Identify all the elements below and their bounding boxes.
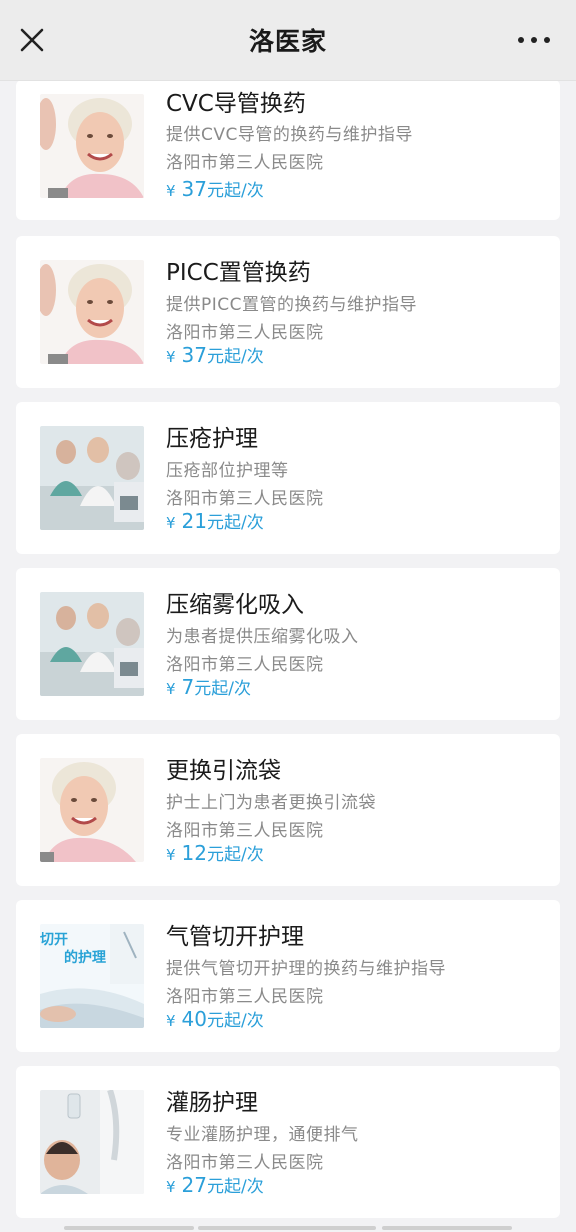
service-description: 提供CVC导管的换药与维护指导: [166, 125, 413, 145]
price-unit: 元起/次: [207, 347, 264, 367]
tracheotomy-care-banner: 切开 的护理: [40, 924, 144, 1028]
price-unit: 元起/次: [207, 513, 264, 533]
price-amount: 27: [181, 1173, 207, 1197]
service-title: CVC导管换药: [166, 91, 306, 117]
more-options-icon[interactable]: [516, 28, 552, 52]
price-amount: 37: [181, 343, 207, 367]
service-hospital: 洛阳市第三人民医院: [166, 655, 324, 675]
service-description: 提供气管切开护理的换药与维护指导: [166, 959, 446, 979]
service-hospital: 洛阳市第三人民医院: [166, 987, 324, 1007]
service-card-enema[interactable]: 灌肠护理 专业灌肠护理，通便排气 洛阳市第三人民医院 ¥27元起/次: [16, 1066, 560, 1218]
service-description: 提供PICC置管的换药与维护指导: [166, 295, 418, 315]
medical-staff-photo: [40, 592, 144, 696]
service-title: 压疮护理: [166, 426, 258, 452]
price-amount: 12: [181, 841, 207, 865]
page-title: 洛医家: [248, 27, 327, 56]
service-hospital: 洛阳市第三人民医院: [166, 1153, 324, 1173]
service-description: 专业灌肠护理，通便排气: [166, 1125, 359, 1145]
elderly-woman-photo: [40, 94, 144, 198]
scroll-indicator: [64, 1226, 194, 1230]
price-unit: 元起/次: [207, 181, 264, 201]
service-price: ¥12元起/次: [166, 840, 264, 865]
service-title: 压缩雾化吸入: [166, 592, 304, 618]
currency-symbol: ¥: [166, 846, 176, 864]
service-price: ¥37元起/次: [166, 342, 264, 367]
service-card-nebulization[interactable]: 压缩雾化吸入 为患者提供压缩雾化吸入 洛阳市第三人民医院 ¥7元起/次: [16, 568, 560, 720]
price-unit: 元起/次: [207, 845, 264, 865]
service-price: ¥37元起/次: [166, 176, 264, 201]
patient-iv-photo: [40, 1090, 144, 1194]
service-card-pressure-sore[interactable]: 压疮护理 压疮部位护理等 洛阳市第三人民医院 ¥21元起/次: [16, 402, 560, 554]
service-card-drainage-bag[interactable]: 更换引流袋 护士上门为患者更换引流袋 洛阳市第三人民医院 ¥12元起/次: [16, 734, 560, 886]
price-unit: 元起/次: [207, 1011, 264, 1031]
currency-symbol: ¥: [166, 182, 176, 200]
service-card-picc[interactable]: PICC置管换药 提供PICC置管的换药与维护指导 洛阳市第三人民医院 ¥37元…: [16, 236, 560, 388]
service-description: 护士上门为患者更换引流袋: [166, 793, 376, 813]
service-title: 气管切开护理: [166, 924, 304, 950]
currency-symbol: ¥: [166, 1178, 176, 1196]
service-description: 为患者提供压缩雾化吸入: [166, 627, 359, 647]
medical-staff-photo: [40, 426, 144, 530]
price-amount: 40: [181, 1007, 207, 1031]
elderly-woman-photo: [40, 758, 144, 862]
price-amount: 21: [181, 509, 207, 533]
service-price: ¥40元起/次: [166, 1006, 264, 1031]
banner-text-1: 切开: [40, 932, 68, 948]
currency-symbol: ¥: [166, 348, 176, 366]
service-card-tracheotomy[interactable]: 切开 的护理 气管切开护理 提供气管切开护理的换药与维护指导 洛阳市第三人民医院…: [16, 900, 560, 1052]
currency-symbol: ¥: [166, 514, 176, 532]
service-price: ¥7元起/次: [166, 674, 251, 699]
currency-symbol: ¥: [166, 1012, 176, 1030]
service-price: ¥27元起/次: [166, 1172, 264, 1197]
service-card-cvc[interactable]: CVC导管换药 提供CVC导管的换药与维护指导 洛阳市第三人民医院 ¥37元起/…: [16, 80, 560, 220]
price-unit: 元起/次: [207, 1177, 264, 1197]
price-unit: 元起/次: [194, 679, 252, 699]
service-description: 压疮部位护理等: [166, 461, 289, 481]
service-price: ¥21元起/次: [166, 508, 264, 533]
price-amount: 7: [181, 675, 195, 699]
service-hospital: 洛阳市第三人民医院: [166, 323, 324, 343]
currency-symbol: ¥: [166, 680, 176, 698]
elderly-woman-photo: [40, 260, 144, 364]
service-hospital: 洛阳市第三人民医院: [166, 489, 324, 509]
service-title: 灌肠护理: [166, 1090, 258, 1116]
service-hospital: 洛阳市第三人民医院: [166, 821, 324, 841]
scroll-indicator: [198, 1226, 376, 1230]
service-title: PICC置管换药: [166, 260, 311, 286]
banner-text-2: 的护理: [64, 949, 106, 966]
top-navigation-bar: 洛医家: [0, 0, 576, 81]
service-title: 更换引流袋: [166, 758, 281, 784]
scroll-indicator: [382, 1226, 512, 1230]
service-hospital: 洛阳市第三人民医院: [166, 153, 324, 173]
price-amount: 37: [181, 177, 207, 201]
